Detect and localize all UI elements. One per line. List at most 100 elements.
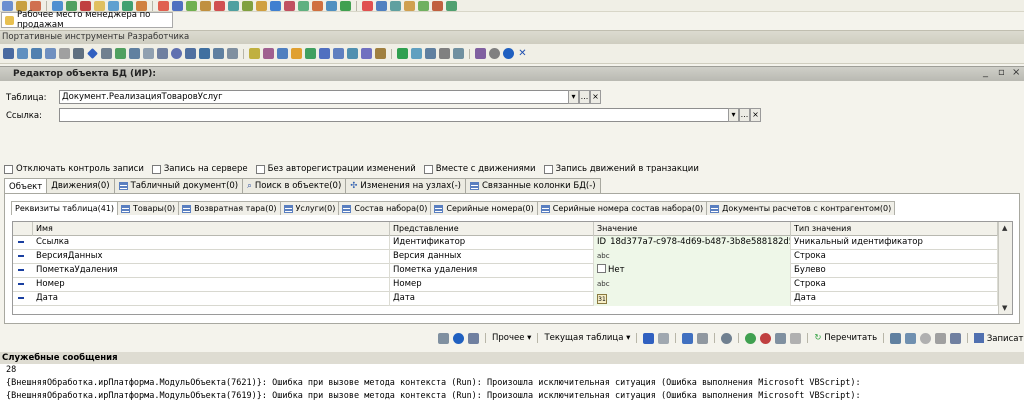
scroll-up-icon[interactable]: ▲ [1002, 224, 1007, 232]
reload-icon[interactable] [453, 48, 464, 59]
table-row[interactable]: Дата Дата 31 Дата [13, 292, 998, 306]
grid-scrollbar[interactable]: ▲ ▼ [998, 222, 1012, 314]
link-dropdown-button[interactable]: ▾ [728, 108, 739, 122]
edit-icon[interactable] [446, 0, 457, 11]
checkbox-disable-control[interactable]: Отключать контроль записи [4, 164, 144, 174]
doc-icon[interactable] [143, 48, 154, 59]
save-all-button[interactable]: Записать все [974, 332, 1024, 344]
console-icon[interactable] [3, 48, 14, 59]
link-clear-button[interactable]: × [750, 108, 761, 122]
tab-node-changes[interactable]: ✣ Изменения на узлах(-) [345, 178, 466, 193]
cell-value[interactable]: ID 18d377a7-c978-4d69-b487-3b8e588182d5 [594, 236, 791, 250]
messages-area[interactable]: 28 {ВнешняяОбработка.ирПлатформа.МодульО… [0, 364, 1024, 419]
cell-value[interactable]: Нет [594, 264, 791, 278]
cell-value[interactable]: abc [594, 250, 791, 264]
network-icon[interactable] [319, 48, 330, 59]
cell-value[interactable]: abc [594, 278, 791, 292]
object-icon[interactable] [45, 48, 56, 59]
help-icon[interactable] [503, 48, 514, 59]
subtab-returnable-containers[interactable]: Возвратная тара(0) [178, 201, 281, 215]
document-icon[interactable] [658, 332, 670, 344]
analysis-icon[interactable] [228, 0, 239, 11]
save-icon[interactable] [2, 0, 13, 11]
client-icon[interactable] [312, 0, 323, 11]
return-icon[interactable] [284, 0, 295, 11]
tab-object[interactable]: Объект [4, 178, 48, 194]
subtab-services[interactable]: Услуги(0) [279, 201, 340, 215]
other-menu-button[interactable]: Прочее ▾ [492, 333, 531, 343]
nodes-icon[interactable] [333, 48, 344, 59]
table-icon[interactable] [73, 48, 84, 59]
sort-icon[interactable] [227, 48, 238, 59]
lock-icon[interactable] [935, 332, 947, 344]
diamond-icon[interactable] [87, 48, 98, 59]
delete-icon[interactable] [760, 332, 772, 344]
header-type[interactable]: Тип значения [791, 222, 998, 236]
tab-linked-columns[interactable]: Связанные колонки БД(-) [464, 178, 601, 193]
tag-icon[interactable] [277, 48, 288, 59]
reread-button[interactable]: ↻ Перечитать [814, 333, 877, 343]
header-presentation[interactable]: Представление [390, 222, 594, 236]
table-row[interactable]: ПометкаУдаления Пометка удаления Нет Бул… [13, 264, 998, 278]
print-icon[interactable] [390, 0, 401, 11]
subtab-kit[interactable]: Состав набора(0) [338, 201, 432, 215]
tab-movements[interactable]: Движения(0) [46, 178, 115, 193]
requisites-grid[interactable]: Имя Представление Значение Тип значения … [12, 221, 1013, 315]
brush-icon[interactable] [291, 48, 302, 59]
clear-icon[interactable] [790, 332, 802, 344]
subtab-requisites[interactable]: Реквизиты таблица(41) [11, 201, 119, 215]
table-select-button[interactable]: ... [579, 90, 590, 104]
docs-icon[interactable] [94, 0, 105, 11]
cell-value[interactable]: 31 [594, 292, 791, 306]
clock-icon[interactable] [171, 48, 182, 59]
contract-icon[interactable] [200, 0, 211, 11]
gear-icon[interactable] [489, 48, 500, 59]
subtab-goods[interactable]: Товары(0) [117, 201, 180, 215]
help-icon[interactable] [453, 332, 464, 344]
add-icon[interactable] [745, 332, 757, 344]
price-icon[interactable] [214, 0, 225, 11]
table-row[interactable]: ВерсияДанных Версия данных abc Строка [13, 250, 998, 264]
order-icon[interactable] [172, 0, 183, 11]
tab-spreadsheet[interactable]: Табличный документ(0) [113, 178, 244, 193]
chart-bar-icon[interactable] [263, 48, 274, 59]
tab-search[interactable]: ⌕ Поиск в объекте(0) [242, 178, 347, 193]
form-icon[interactable] [59, 48, 70, 59]
register-icon[interactable] [185, 48, 196, 59]
page-icon[interactable] [697, 332, 709, 344]
edit-row-icon[interactable] [775, 332, 787, 344]
columns-icon[interactable] [905, 332, 917, 344]
subtab-kit-serials[interactable]: Серийные номера состав набора(0) [536, 201, 708, 215]
cancel-icon[interactable] [920, 332, 932, 344]
tree-icon[interactable] [115, 48, 126, 59]
flow-icon[interactable] [375, 48, 386, 59]
find-icon[interactable] [721, 332, 733, 344]
settings-icon[interactable] [376, 0, 387, 11]
header-name[interactable]: Имя [33, 222, 390, 236]
grid-icon[interactable] [890, 332, 902, 344]
monitor-icon[interactable] [199, 48, 210, 59]
tools-icon[interactable] [362, 0, 373, 11]
list-icon[interactable] [468, 332, 479, 344]
branch-icon[interactable] [347, 48, 358, 59]
checkbox-with-movements[interactable]: Вместе с движениями [423, 164, 536, 174]
link-select-button[interactable]: ... [739, 108, 750, 122]
chart-icon[interactable] [66, 0, 77, 11]
font-icon[interactable] [439, 48, 450, 59]
money-icon[interactable] [122, 0, 133, 11]
checkbox-no-autoregistration[interactable]: Без авторегистрации изменений [255, 164, 416, 174]
tree-icon[interactable] [643, 332, 655, 344]
scroll-down-icon[interactable]: ▼ [1002, 304, 1007, 312]
search-icon[interactable] [101, 48, 112, 59]
subtab-settlement-docs[interactable]: Документы расчетов с контрагентом(0) [706, 201, 896, 215]
table-row[interactable]: Ссылка Идентификатор ID 18d377a7-c978-4d6… [13, 236, 998, 250]
list-icon[interactable] [129, 48, 140, 59]
check-list-icon[interactable] [305, 48, 316, 59]
payment-icon[interactable] [256, 0, 267, 11]
back-icon[interactable] [682, 332, 694, 344]
clipboard-icon[interactable] [425, 48, 436, 59]
calendar-icon[interactable] [108, 0, 119, 11]
arrow-icon[interactable] [361, 48, 372, 59]
invoice-icon[interactable] [158, 0, 169, 11]
goods-icon[interactable] [186, 0, 197, 11]
